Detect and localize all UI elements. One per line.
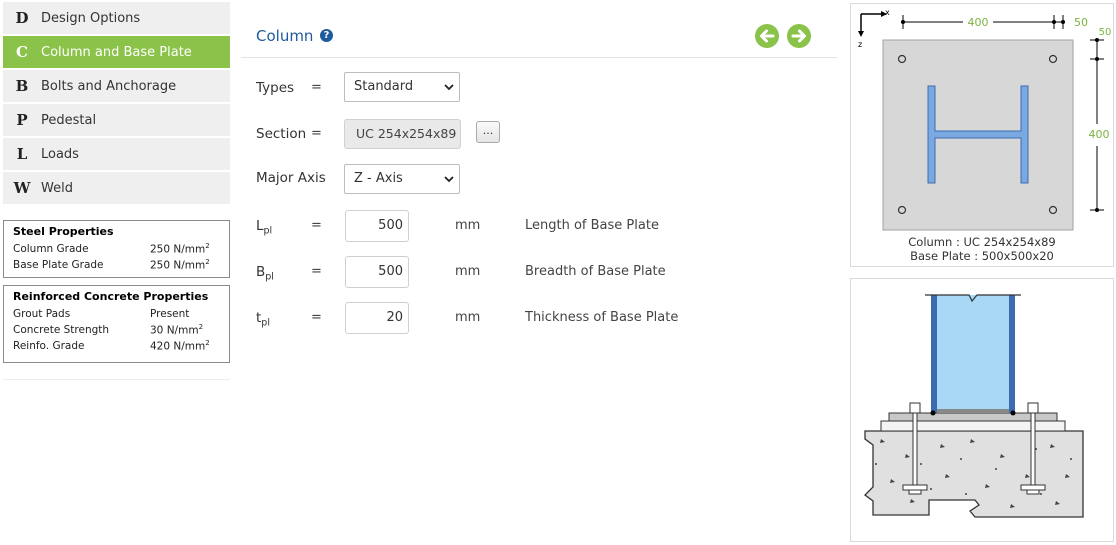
major-axis-select-value: Z - Axis: [354, 171, 403, 186]
nav-label: Bolts and Anchorage: [41, 78, 177, 94]
nav-item-weld[interactable]: W Weld: [3, 172, 230, 204]
nav-item-loads[interactable]: L Loads: [3, 138, 230, 170]
weld: [930, 410, 936, 416]
property-row: Grout Pads Present: [4, 306, 229, 322]
base-plate-plan-panel: x z 400 50 400 50 Column: UC 254x254x89…: [850, 3, 1114, 267]
arrow-left-icon: [760, 29, 775, 43]
axis-z-label: z: [858, 40, 862, 49]
chevron-down-icon: [444, 84, 454, 91]
nav-label: Weld: [41, 180, 73, 196]
property-value: 420 N/mm2: [150, 339, 210, 353]
column-caption: Column : UC 254x254x89: [908, 235, 1056, 249]
property-value: Present: [150, 308, 190, 320]
equals-sign: =: [311, 126, 322, 141]
base-plate-caption: Base Plate : 500x500x20: [910, 249, 1054, 263]
property-row: Reinfo. Grade 420 N/mm2: [4, 338, 229, 354]
nav-label: Loads: [41, 146, 79, 162]
bpl-description: Breadth of Base Plate: [525, 264, 666, 279]
help-icon[interactable]: ?: [320, 29, 333, 42]
base-plate-section: [880, 420, 1066, 432]
major-axis-label: Major Axis: [256, 170, 326, 186]
column-elevation-drawing: [864, 294, 1084, 518]
property-key: Grout Pads: [13, 308, 71, 320]
dimension-label: 400: [968, 16, 989, 29]
tpl-label: tpl: [256, 310, 270, 329]
lpl-unit: mm: [455, 218, 481, 233]
steel-properties-title: Steel Properties: [13, 225, 114, 238]
dimension-label: 50: [1099, 27, 1112, 38]
nav-letter: B: [15, 77, 29, 95]
section-header: Column ?: [241, 14, 837, 58]
major-axis-select[interactable]: Z - Axis: [344, 164, 460, 194]
tpl-description: Thickness of Base Plate: [525, 310, 679, 325]
elevation-panel: [850, 278, 1114, 542]
bpl-unit: mm: [455, 264, 481, 279]
types-label: Types: [256, 80, 295, 96]
section-label: Section: [256, 126, 307, 142]
nav-letter: P: [16, 111, 28, 129]
page-title: Column: [256, 27, 314, 45]
equals-sign: =: [311, 264, 322, 279]
nav-label: Column and Base Plate: [41, 44, 192, 60]
concrete-properties-title: Reinforced Concrete Properties: [13, 290, 209, 303]
nav-letter: C: [16, 43, 28, 61]
nav-letter: D: [15, 9, 29, 27]
right-dimension: 400 50: [1087, 27, 1111, 212]
weld: [1010, 410, 1016, 416]
dimension-label: 400: [1089, 128, 1110, 141]
tpl-input[interactable]: 20: [345, 302, 409, 334]
dimension-label: 50: [1074, 16, 1088, 29]
lpl-input[interactable]: 500: [345, 210, 409, 242]
nav-letter: W: [13, 179, 31, 197]
property-key: Base Plate Grade: [13, 259, 104, 271]
property-row: Column Grade 250 N/mm2: [4, 241, 229, 257]
lpl-description: Length of Base Plate: [525, 218, 659, 233]
nav-label: Design Options: [41, 10, 141, 26]
steel-properties-box: Steel Properties Column Grade 250 N/mm2 …: [3, 220, 230, 278]
bpl-label: Bpl: [256, 264, 274, 283]
concrete-properties-box: Reinforced Concrete Properties Grout Pad…: [3, 285, 230, 363]
nav-letter: L: [16, 145, 28, 163]
nav-item-design-options[interactable]: D Design Options: [3, 2, 230, 34]
lpl-label: Lpl: [256, 218, 273, 237]
sidebar-nav: D Design Options C Column and Base Plate…: [3, 2, 230, 206]
bpl-input[interactable]: 500: [345, 256, 409, 288]
column-web: [931, 295, 1015, 413]
property-key: Concrete Strength: [13, 324, 110, 336]
equals-sign: =: [311, 80, 322, 95]
nav-item-column-and-base-plate[interactable]: C Column and Base Plate: [3, 36, 230, 68]
property-key: Column Grade: [13, 243, 89, 255]
nav-label: Pedestal: [41, 112, 97, 128]
column-flange-right: [1009, 295, 1015, 413]
tpl-unit: mm: [455, 310, 481, 325]
back-arrow-button[interactable]: [755, 24, 779, 48]
top-dimension: 400 50: [901, 15, 1088, 29]
property-value: 30 N/mm2: [150, 323, 204, 337]
types-select[interactable]: Standard: [344, 72, 460, 102]
section-browse-button[interactable]: ...: [476, 121, 500, 143]
section-field: UC 254x254x89: [344, 119, 461, 149]
forward-arrow-button[interactable]: [787, 24, 811, 48]
property-row: Concrete Strength 30 N/mm2: [4, 322, 229, 338]
nav-item-bolts-and-anchorage[interactable]: B Bolts and Anchorage: [3, 70, 230, 102]
equals-sign: =: [311, 310, 322, 325]
sidebar-divider: [3, 379, 230, 380]
axis-x-label: x: [885, 8, 890, 17]
property-value: 250 N/mm2: [150, 242, 210, 256]
nav-item-pedestal[interactable]: P Pedestal: [3, 104, 230, 136]
property-key: Reinfo. Grade: [13, 340, 85, 352]
chevron-down-icon: [444, 176, 454, 183]
property-value: 250 N/mm2: [150, 258, 210, 272]
base-plate-plan-drawing: x z 400 50 400 50: [858, 8, 1111, 231]
concrete-pedestal: [864, 430, 1084, 518]
arrow-right-icon: [791, 29, 806, 43]
property-row: Base Plate Grade 250 N/mm2: [4, 257, 229, 273]
weld: [937, 409, 1009, 413]
equals-sign: =: [311, 218, 322, 233]
types-select-value: Standard: [354, 79, 414, 94]
column-flange-left: [931, 295, 937, 413]
